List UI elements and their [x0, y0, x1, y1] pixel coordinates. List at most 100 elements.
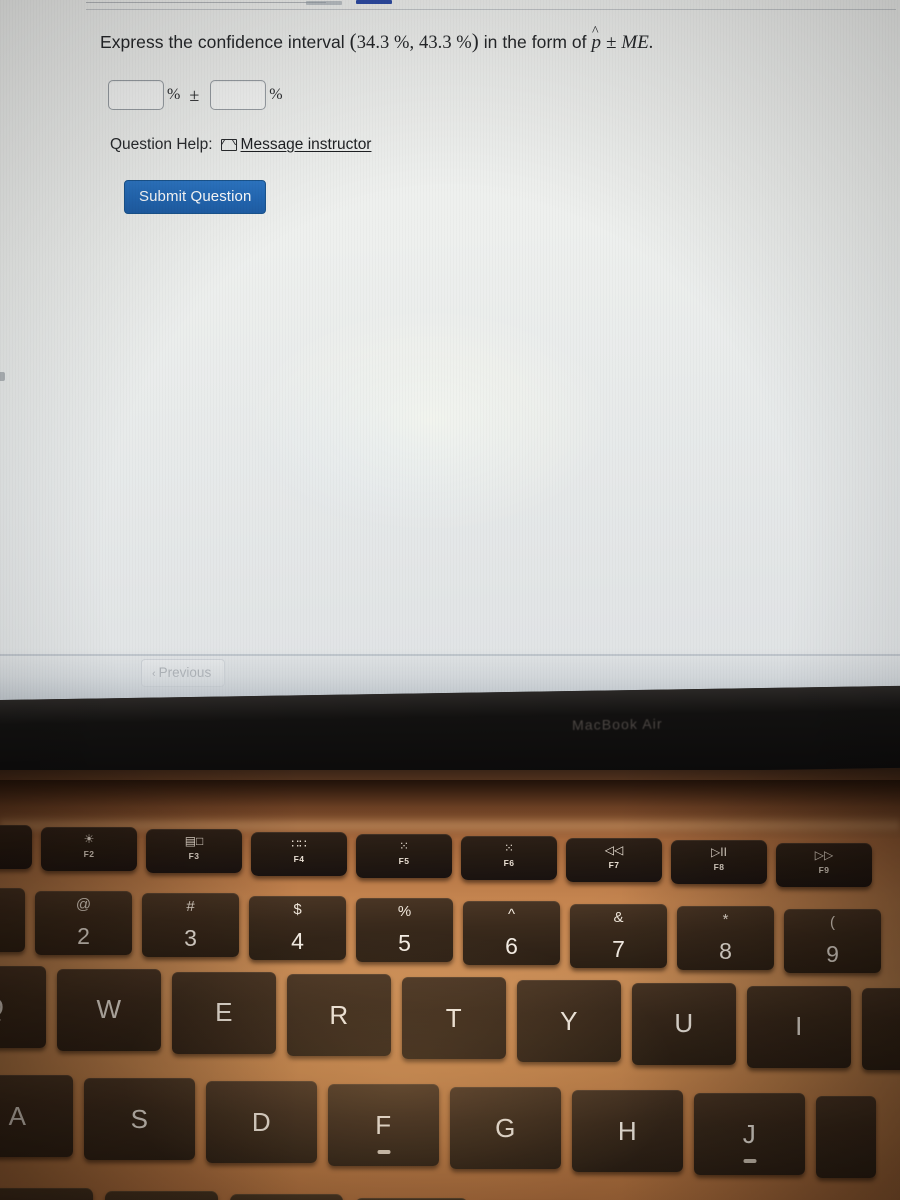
- key-3[interactable]: #3: [142, 893, 239, 958]
- key-r[interactable]: R: [287, 974, 391, 1057]
- key-a[interactable]: A: [0, 1075, 73, 1157]
- keyboard: ☀F1☀F2▤□F3∷∷F4⁙F5⁙F6◁◁F7▷IIF8▷▷F9 !1@2#3…: [0, 770, 900, 1200]
- mission-control-icon: ▤□: [184, 834, 204, 849]
- key-f3[interactable]: ▤□ F3: [146, 829, 242, 874]
- previous-label: Previous: [158, 665, 212, 680]
- key-f6[interactable]: ⁙ F6: [461, 836, 557, 880]
- bezel-surface: [0, 685, 900, 782]
- key-label-s: S: [130, 1103, 149, 1134]
- key-bottom-row-partial[interactable]: [230, 1194, 343, 1200]
- question-period: .: [648, 32, 654, 53]
- message-instructor-link[interactable]: Message instructor: [220, 136, 372, 154]
- key-label-a: A: [8, 1100, 27, 1131]
- key-f7[interactable]: ◁◁ F7: [566, 838, 662, 883]
- key-k-partial[interactable]: [816, 1096, 876, 1178]
- key-f4[interactable]: ∷∷ F4: [251, 831, 347, 876]
- key-label-6: 6: [505, 933, 518, 959]
- key-label-y: Y: [560, 1005, 578, 1036]
- key-2[interactable]: @2: [35, 890, 132, 955]
- key-j[interactable]: J: [694, 1093, 805, 1175]
- key-o-partial[interactable]: [862, 988, 900, 1071]
- key-shift-label-3: #: [186, 898, 195, 916]
- key-bottom-row-partial[interactable]: [105, 1191, 218, 1200]
- answer-input-row: % ± %: [108, 80, 288, 110]
- margin-of-error-symbol: ME: [621, 32, 649, 53]
- message-instructor-label: Message instructor: [240, 136, 372, 153]
- key-label-g: G: [495, 1112, 516, 1143]
- margin-of-error-input[interactable]: [210, 80, 267, 110]
- key-f8[interactable]: ▷II F8: [671, 840, 767, 885]
- macbook-photo: Express the confidence interval (34.3 %,…: [0, 0, 900, 1200]
- key-label-f9: F9: [818, 864, 830, 875]
- key-label-f6: F6: [503, 858, 515, 868]
- submit-question-button[interactable]: Submit Question: [124, 180, 267, 214]
- launchpad-icon: ∷∷: [291, 836, 307, 851]
- key-f[interactable]: F: [328, 1084, 439, 1166]
- key-s[interactable]: S: [84, 1078, 195, 1160]
- key-label-2: 2: [77, 922, 90, 949]
- key-1[interactable]: !1: [0, 888, 25, 952]
- key-label-d: D: [251, 1106, 272, 1137]
- key-label-r: R: [329, 999, 349, 1030]
- key-f9[interactable]: ▷▷ F9: [776, 842, 872, 887]
- key-shift-label-7: &: [613, 908, 624, 926]
- key-label-f8: F8: [713, 862, 725, 873]
- key-9[interactable]: (9: [784, 908, 881, 973]
- key-label-t: T: [445, 1002, 463, 1033]
- interval-upper-bound: 43.3 %: [419, 33, 472, 53]
- key-label-f2: F2: [83, 849, 95, 860]
- key-4[interactable]: $4: [249, 895, 346, 960]
- p-hat-input[interactable]: [108, 80, 164, 110]
- key-label-8: 8: [719, 938, 732, 965]
- key-bottom-row-partial[interactable]: [0, 1188, 93, 1200]
- top-divider-line-1: [86, 2, 326, 3]
- key-6[interactable]: ^ 6: [463, 901, 560, 965]
- question-lead: Express the confidence interval: [100, 32, 345, 52]
- top-partial-blue-button[interactable]: [356, 0, 392, 4]
- question-help-label: Question Help:: [110, 136, 213, 153]
- previous-caret-icon: ‹: [152, 668, 156, 680]
- key-f1[interactable]: ☀F1: [0, 825, 32, 869]
- question-prompt: Express the confidence interval (34.3 %,…: [100, 28, 860, 55]
- key-label-j: J: [742, 1118, 757, 1149]
- interval-open-paren: (: [349, 29, 357, 53]
- key-f5[interactable]: ⁙ F5: [356, 833, 452, 878]
- key-label-f3: F3: [188, 851, 200, 862]
- key-f2[interactable]: ☀ F2: [41, 827, 137, 872]
- key-label-q: Q: [0, 992, 4, 1023]
- key-label-3: 3: [184, 925, 197, 952]
- laptop-screen: Express the confidence interval (34.3 %,…: [0, 0, 900, 700]
- percent-sign-2: %: [269, 86, 283, 103]
- key-q[interactable]: Q: [0, 966, 46, 1048]
- key-y[interactable]: Y: [517, 980, 621, 1062]
- key-h[interactable]: H: [572, 1090, 683, 1172]
- key-7[interactable]: & 7: [570, 903, 667, 968]
- key-label-i: I: [795, 1011, 803, 1042]
- key-w[interactable]: W: [57, 968, 161, 1051]
- keyboard-bottom-row: [0, 1188, 900, 1200]
- key-5[interactable]: % 5: [356, 898, 453, 963]
- envelope-icon: [220, 139, 237, 151]
- fast-forward-icon: ▷▷: [814, 847, 834, 862]
- screen-bezel: MacBook Air: [0, 685, 900, 782]
- previous-button[interactable]: ‹ Previous: [141, 659, 226, 687]
- key-u[interactable]: U: [632, 982, 736, 1065]
- question-help: Question Help: Message instructor: [110, 136, 371, 154]
- key-label-f4: F4: [293, 853, 305, 864]
- percent-sign-1: %: [167, 86, 181, 103]
- key-label-f: F: [375, 1109, 392, 1140]
- play-pause-icon: ▷II: [711, 845, 727, 860]
- key-g[interactable]: G: [450, 1087, 561, 1169]
- homing-bump-j: [743, 1159, 756, 1163]
- top-partial-tab[interactable]: [306, 1, 342, 5]
- plus-minus-operator: ±: [189, 84, 200, 105]
- key-8[interactable]: * 8: [677, 906, 774, 971]
- key-i[interactable]: I: [747, 985, 851, 1068]
- key-label-h: H: [617, 1115, 638, 1146]
- keyboard-function-row: ☀F1 ☀ F2 ▤□ F3 ∷∷ F4 ⁙ F5 ⁙ F6 ◁◁ F7 ▷II F8 ▷▷ F9: [0, 825, 872, 887]
- key-t[interactable]: T: [402, 977, 506, 1060]
- screen-edge-nick: [0, 372, 5, 381]
- interval-lower-bound: 34.3 %: [356, 33, 410, 53]
- key-d[interactable]: D: [206, 1081, 317, 1163]
- key-e[interactable]: E: [172, 971, 276, 1054]
